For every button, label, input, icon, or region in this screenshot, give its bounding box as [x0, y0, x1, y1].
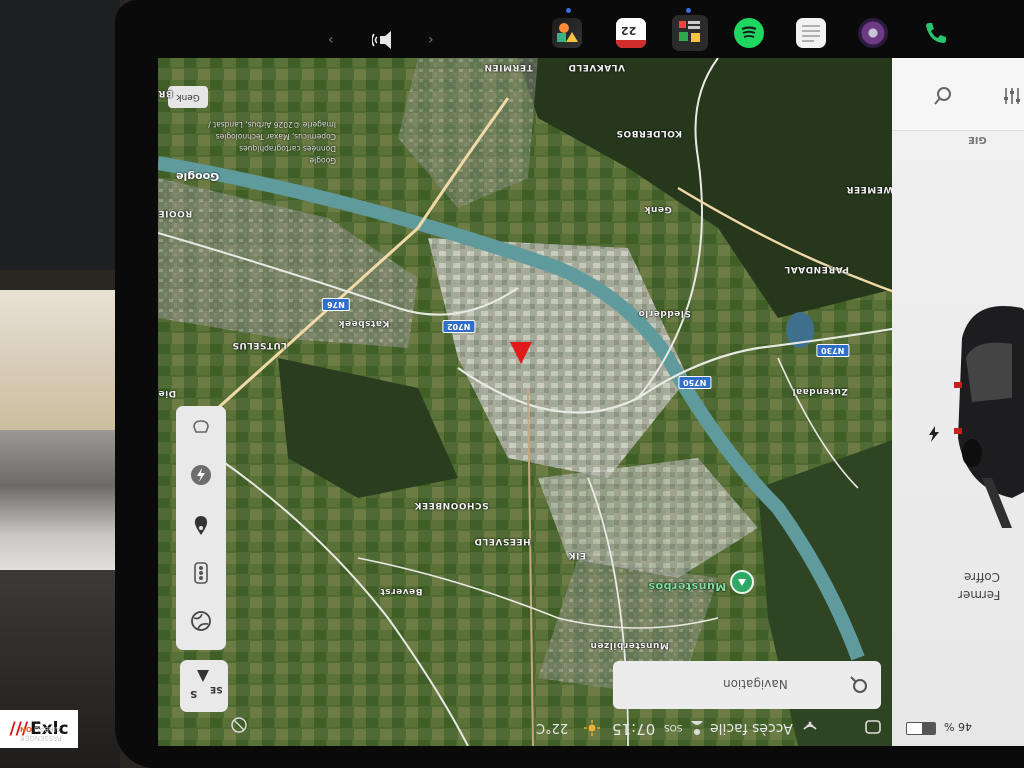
- charging-bolt-icon: [929, 426, 939, 442]
- traffic-cone-icon[interactable]: [186, 412, 216, 442]
- genk-button[interactable]: Genk: [168, 86, 208, 108]
- copyright-line: Données cartographiques: [239, 144, 336, 153]
- map-label-vlakveld: VLAKVELD: [568, 62, 625, 72]
- notepad-icon[interactable]: [796, 18, 826, 48]
- vehicle-position-icon: [510, 342, 532, 364]
- navigation-placeholder: Navigation: [723, 677, 788, 691]
- vehicle-panel-header: [892, 58, 1024, 131]
- map-label-beverst: Beverst: [380, 586, 423, 596]
- wifi-icon: [803, 721, 817, 730]
- location-pin-icon[interactable]: [186, 510, 216, 540]
- trunk-close-button[interactable]: Fermer: [958, 588, 1000, 602]
- copyright-line: Imagerie ©2026 Airbus, Landsat /: [208, 120, 336, 129]
- battery-indicator: 46 %: [904, 718, 984, 738]
- map-label-paredal: PARENDAAL: [784, 264, 849, 274]
- battery-percent: 46 %: [944, 720, 972, 733]
- airbag-line-2: AIRBAG: [34, 725, 61, 733]
- map-label-genk: Genk: [644, 204, 672, 214]
- camera-icon[interactable]: [858, 18, 888, 48]
- calendar-header: [616, 40, 646, 48]
- person-icon: [691, 721, 703, 735]
- calendar-app-icon[interactable]: 22: [616, 18, 646, 48]
- google-logo: Google: [176, 170, 220, 183]
- app-launcher-icon[interactable]: [672, 15, 708, 51]
- compass-arrow-icon: [197, 670, 209, 682]
- battery-fill: [922, 723, 935, 734]
- search-icon[interactable]: [932, 86, 952, 106]
- easy-entry-button[interactable]: Accès facile: [710, 720, 793, 736]
- app-active-dot: [686, 8, 691, 13]
- road-badge-n702: N702: [442, 320, 476, 333]
- map-label-munsterbos: Munsterbos: [648, 580, 727, 593]
- globe-satellite-icon[interactable]: [186, 606, 216, 636]
- map-label-kolderbos: KOLDERBOS: [616, 128, 682, 138]
- map-label-termien: TERMIEN: [484, 62, 533, 72]
- road-badge-n76: N76: [322, 298, 350, 311]
- map-label-munsterbilzen: Munsterbilzen: [590, 640, 669, 650]
- map-label-lutselus: LUTSELUS: [232, 340, 287, 350]
- app-bar: ‹ › 22: [320, 4, 980, 56]
- map-label-heesveld: HEESVELD: [474, 536, 531, 546]
- map-label-zutendaal: Zutendaal: [792, 386, 848, 396]
- copyright-line: Google: [309, 156, 336, 165]
- map-label-rooier: ROOIE: [158, 208, 193, 218]
- dashboard-wood-trim: [0, 290, 120, 430]
- vehicle-illustration: [954, 306, 1024, 528]
- park-marker-icon[interactable]: [730, 570, 754, 594]
- spotify-icon[interactable]: [734, 18, 764, 48]
- map-label-zwemeer: ZWEMEER: [846, 184, 898, 194]
- profile-icon[interactable]: [864, 719, 882, 735]
- map-label-eik: EIK: [568, 550, 586, 560]
- traffic-light-icon[interactable]: [186, 558, 216, 588]
- sos-indicator: SOS: [664, 722, 683, 732]
- copyright-line: Copernicus, Maxar Technologies: [215, 132, 336, 141]
- calendar-date: 22: [621, 24, 637, 37]
- map-label-sledderlo: Sledderlo: [638, 308, 691, 318]
- dashboard-vent: [0, 430, 120, 570]
- map-label-katsbeek: Katsbeek: [338, 318, 390, 328]
- map-label-diepenbeek: Die: [158, 388, 177, 398]
- charging-lightning-icon[interactable]: [186, 460, 216, 490]
- compass-heading: S: [190, 688, 198, 699]
- map-controls: [176, 406, 226, 650]
- compass-button[interactable]: S SE: [180, 660, 228, 712]
- road-badge-n750: N750: [678, 376, 712, 389]
- car-interior-dark: [0, 0, 120, 270]
- passenger-airbag-indicator: PASSENGER AIRBAG ON: [20, 716, 98, 742]
- airbag-line-1: PASSENGER: [20, 734, 62, 742]
- map-label-br: BR: [158, 88, 173, 98]
- search-icon: [850, 676, 867, 693]
- phone-icon[interactable]: [920, 18, 950, 48]
- chevron-right-icon[interactable]: ›: [428, 32, 434, 48]
- settings-sliders-icon[interactable]: [1002, 86, 1022, 106]
- toybox-app-icon[interactable]: [552, 18, 582, 48]
- road-badge-n730: N730: [816, 344, 850, 357]
- vehicle-tab-label[interactable]: GIE: [968, 134, 987, 145]
- trunk-label: Coffre: [964, 570, 1001, 584]
- navigation-search[interactable]: Navigation: [613, 661, 881, 709]
- sun-icon: [584, 720, 600, 736]
- vehicle-panel: GIE Coffre Fermer 46 %: [892, 58, 1024, 746]
- status-bar: 22°C 07:15 SOS Accès facile: [158, 712, 898, 744]
- compass-heading-secondary: SE: [210, 684, 223, 694]
- map-copyright: Google Données cartographiques Copernicu…: [166, 118, 336, 166]
- temperature: 22°C: [536, 720, 569, 735]
- volume-icon[interactable]: [372, 28, 402, 52]
- chevron-left-icon[interactable]: ‹: [328, 32, 334, 48]
- clock: 07:15: [612, 720, 656, 738]
- app-active-dot: [566, 8, 571, 13]
- airbag-state: ON: [20, 725, 32, 733]
- map-label-schoonbeek: SCHOONBEEK: [414, 500, 489, 510]
- battery-bar: [906, 722, 936, 735]
- map-view[interactable]: Google Données cartographiques Copernicu…: [158, 58, 898, 746]
